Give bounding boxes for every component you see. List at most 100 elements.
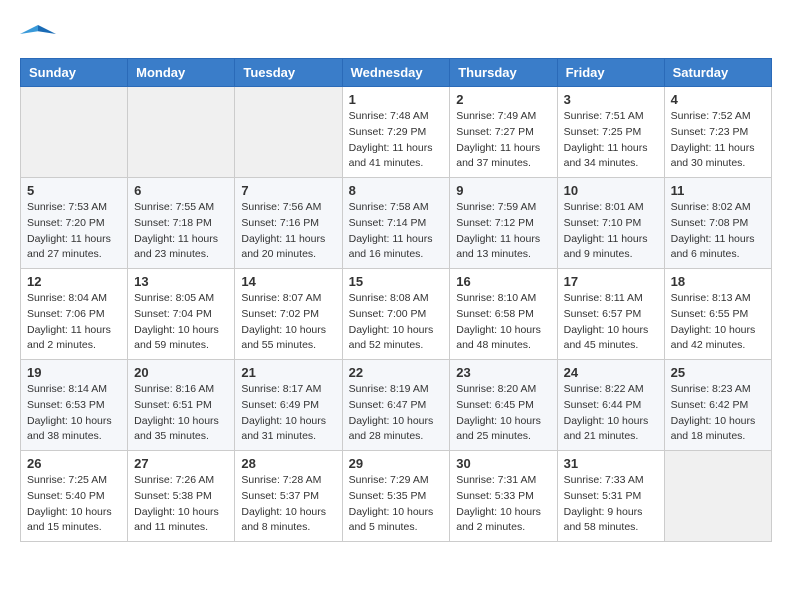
day-number: 6	[134, 183, 228, 198]
day-number: 12	[27, 274, 121, 289]
calendar-day-empty	[664, 451, 771, 542]
calendar-week-row: 19 Sunrise: 8:14 AM Sunset: 6:53 PM Dayli…	[21, 360, 772, 451]
calendar-table: SundayMondayTuesdayWednesdayThursdayFrid…	[20, 58, 772, 542]
calendar-day-23: 23Sunrise: 8:20 AM Sunset: 6:45 PM Dayli…	[450, 360, 557, 451]
calendar-day-1: 1 Sunrise: 7:48 AM Sunset: 7:29 PM Daylig…	[342, 87, 450, 178]
day-info: Sunrise: 8:17 AM Sunset: 6:49 PM Dayligh…	[241, 382, 335, 445]
day-number: 26	[27, 456, 121, 471]
calendar-day-28: 28Sunrise: 7:28 AM Sunset: 5:37 PM Dayli…	[235, 451, 342, 542]
calendar-day-5: 5Sunrise: 7:53 AM Sunset: 7:20 PM Daylig…	[21, 178, 128, 269]
day-number: 29	[349, 456, 444, 471]
calendar-day-6: 6 Sunrise: 7:55 AM Sunset: 7:18 PM Daylig…	[128, 178, 235, 269]
day-info: Sunrise: 7:55 AM Sunset: 7:18 PM Dayligh…	[134, 200, 228, 263]
day-info: Sunrise: 8:11 AM Sunset: 6:57 PM Dayligh…	[564, 291, 658, 354]
day-info: Sunrise: 7:51 AM Sunset: 7:25 PM Dayligh…	[564, 109, 658, 172]
day-number: 8	[349, 183, 444, 198]
day-info: Sunrise: 7:31 AM Sunset: 5:33 PM Dayligh…	[456, 473, 550, 536]
calendar-day-2: 2Sunrise: 7:49 AM Sunset: 7:27 PM Daylig…	[450, 87, 557, 178]
day-info: Sunrise: 7:26 AM Sunset: 5:38 PM Dayligh…	[134, 473, 228, 536]
day-info: Sunrise: 8:04 AM Sunset: 7:06 PM Dayligh…	[27, 291, 121, 354]
calendar-day-14: 14 Sunrise: 8:07 AM Sunset: 7:02 PM Dayli…	[235, 269, 342, 360]
day-info: Sunrise: 7:56 AM Sunset: 7:16 PM Dayligh…	[241, 200, 335, 263]
calendar-day-13: 13Sunrise: 8:05 AM Sunset: 7:04 PM Dayli…	[128, 269, 235, 360]
calendar-day-26: 26 Sunrise: 7:25 AM Sunset: 5:40 PM Dayli…	[21, 451, 128, 542]
day-number: 30	[456, 456, 550, 471]
calendar-day-4: 4Sunrise: 7:52 AM Sunset: 7:23 PM Daylig…	[664, 87, 771, 178]
day-info: Sunrise: 7:49 AM Sunset: 7:27 PM Dayligh…	[456, 109, 550, 172]
day-info: Sunrise: 7:48 AM Sunset: 7:29 PM Dayligh…	[349, 109, 444, 172]
day-number: 9	[456, 183, 550, 198]
calendar-day-12: 12 Sunrise: 8:04 AM Sunset: 7:06 PM Dayli…	[21, 269, 128, 360]
calendar-day-19: 19 Sunrise: 8:14 AM Sunset: 6:53 PM Dayli…	[21, 360, 128, 451]
logo-icon	[20, 20, 56, 48]
day-number: 21	[241, 365, 335, 380]
day-info: Sunrise: 8:23 AM Sunset: 6:42 PM Dayligh…	[671, 382, 765, 445]
calendar-header-row: SundayMondayTuesdayWednesdayThursdayFrid…	[21, 59, 772, 87]
column-header-friday: Friday	[557, 59, 664, 87]
day-info: Sunrise: 8:22 AM Sunset: 6:44 PM Dayligh…	[564, 382, 658, 445]
day-info: Sunrise: 8:01 AM Sunset: 7:10 PM Dayligh…	[564, 200, 658, 263]
calendar-day-3: 3 Sunrise: 7:51 AM Sunset: 7:25 PM Daylig…	[557, 87, 664, 178]
day-info: Sunrise: 8:19 AM Sunset: 6:47 PM Dayligh…	[349, 382, 444, 445]
day-number: 31	[564, 456, 658, 471]
day-info: Sunrise: 7:58 AM Sunset: 7:14 PM Dayligh…	[349, 200, 444, 263]
day-number: 1	[349, 92, 444, 107]
day-info: Sunrise: 7:33 AM Sunset: 5:31 PM Dayligh…	[564, 473, 658, 536]
day-number: 10	[564, 183, 658, 198]
day-number: 18	[671, 274, 765, 289]
day-info: Sunrise: 8:08 AM Sunset: 7:00 PM Dayligh…	[349, 291, 444, 354]
day-info: Sunrise: 7:52 AM Sunset: 7:23 PM Dayligh…	[671, 109, 765, 172]
calendar-day-9: 9 Sunrise: 7:59 AM Sunset: 7:12 PM Daylig…	[450, 178, 557, 269]
column-header-thursday: Thursday	[450, 59, 557, 87]
day-number: 3	[564, 92, 658, 107]
column-header-saturday: Saturday	[664, 59, 771, 87]
day-number: 11	[671, 183, 765, 198]
column-header-wednesday: Wednesday	[342, 59, 450, 87]
calendar-day-17: 17 Sunrise: 8:11 AM Sunset: 6:57 PM Dayli…	[557, 269, 664, 360]
day-number: 17	[564, 274, 658, 289]
calendar-day-24: 24 Sunrise: 8:22 AM Sunset: 6:44 PM Dayli…	[557, 360, 664, 451]
day-info: Sunrise: 8:20 AM Sunset: 6:45 PM Dayligh…	[456, 382, 550, 445]
calendar-day-8: 8 Sunrise: 7:58 AM Sunset: 7:14 PM Daylig…	[342, 178, 450, 269]
calendar-day-empty	[128, 87, 235, 178]
day-info: Sunrise: 7:28 AM Sunset: 5:37 PM Dayligh…	[241, 473, 335, 536]
day-info: Sunrise: 8:05 AM Sunset: 7:04 PM Dayligh…	[134, 291, 228, 354]
day-info: Sunrise: 8:13 AM Sunset: 6:55 PM Dayligh…	[671, 291, 765, 354]
calendar-day-11: 11 Sunrise: 8:02 AM Sunset: 7:08 PM Dayli…	[664, 178, 771, 269]
day-info: Sunrise: 8:07 AM Sunset: 7:02 PM Dayligh…	[241, 291, 335, 354]
calendar-day-empty	[21, 87, 128, 178]
day-number: 19	[27, 365, 121, 380]
day-number: 14	[241, 274, 335, 289]
calendar-day-29: 29 Sunrise: 7:29 AM Sunset: 5:35 PM Dayli…	[342, 451, 450, 542]
calendar-week-row: 1 Sunrise: 7:48 AM Sunset: 7:29 PM Daylig…	[21, 87, 772, 178]
day-number: 5	[27, 183, 121, 198]
calendar-day-25: 25 Sunrise: 8:23 AM Sunset: 6:42 PM Dayli…	[664, 360, 771, 451]
calendar-day-15: 15 Sunrise: 8:08 AM Sunset: 7:00 PM Dayli…	[342, 269, 450, 360]
column-header-sunday: Sunday	[21, 59, 128, 87]
day-info: Sunrise: 7:25 AM Sunset: 5:40 PM Dayligh…	[27, 473, 121, 536]
day-number: 25	[671, 365, 765, 380]
calendar-day-27: 27 Sunrise: 7:26 AM Sunset: 5:38 PM Dayli…	[128, 451, 235, 542]
column-header-monday: Monday	[128, 59, 235, 87]
calendar-day-16: 16Sunrise: 8:10 AM Sunset: 6:58 PM Dayli…	[450, 269, 557, 360]
day-info: Sunrise: 8:14 AM Sunset: 6:53 PM Dayligh…	[27, 382, 121, 445]
logo	[20, 20, 60, 48]
calendar-week-row: 12 Sunrise: 8:04 AM Sunset: 7:06 PM Dayli…	[21, 269, 772, 360]
calendar-day-22: 22 Sunrise: 8:19 AM Sunset: 6:47 PM Dayli…	[342, 360, 450, 451]
day-info: Sunrise: 8:16 AM Sunset: 6:51 PM Dayligh…	[134, 382, 228, 445]
day-info: Sunrise: 8:02 AM Sunset: 7:08 PM Dayligh…	[671, 200, 765, 263]
day-info: Sunrise: 7:29 AM Sunset: 5:35 PM Dayligh…	[349, 473, 444, 536]
calendar-day-18: 18 Sunrise: 8:13 AM Sunset: 6:55 PM Dayli…	[664, 269, 771, 360]
calendar-week-row: 26 Sunrise: 7:25 AM Sunset: 5:40 PM Dayli…	[21, 451, 772, 542]
calendar-day-21: 21 Sunrise: 8:17 AM Sunset: 6:49 PM Dayli…	[235, 360, 342, 451]
day-number: 16	[456, 274, 550, 289]
column-header-tuesday: Tuesday	[235, 59, 342, 87]
day-number: 24	[564, 365, 658, 380]
day-number: 22	[349, 365, 444, 380]
calendar-day-7: 7 Sunrise: 7:56 AM Sunset: 7:16 PM Daylig…	[235, 178, 342, 269]
day-number: 7	[241, 183, 335, 198]
day-number: 15	[349, 274, 444, 289]
day-number: 20	[134, 365, 228, 380]
day-info: Sunrise: 7:59 AM Sunset: 7:12 PM Dayligh…	[456, 200, 550, 263]
day-number: 27	[134, 456, 228, 471]
